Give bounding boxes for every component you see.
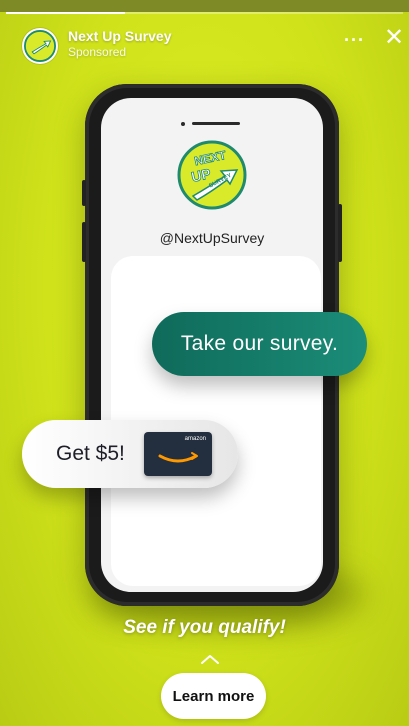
brand-logo-icon: NEXT UP SURVEY — [177, 140, 247, 210]
account-avatar[interactable] — [22, 28, 58, 64]
phone-speaker — [192, 122, 240, 125]
story-ad: Next Up Survey Sponsored ··· ✕ NEXT UP S… — [0, 0, 409, 726]
survey-pill: Take our survey. — [152, 312, 367, 376]
phone-button — [338, 204, 342, 262]
survey-pill-text: Take our survey. — [180, 332, 339, 355]
phone-button — [82, 222, 86, 262]
chevron-up-icon[interactable] — [199, 652, 221, 666]
sponsored-label: Sponsored — [68, 45, 127, 59]
phone-button — [82, 180, 86, 206]
account-name[interactable]: Next Up Survey — [68, 28, 171, 44]
more-icon[interactable]: ··· — [344, 30, 365, 51]
close-icon[interactable]: ✕ — [384, 26, 404, 50]
phone-camera — [181, 122, 185, 126]
top-strip — [0, 0, 409, 12]
brand-logo-icon — [24, 30, 56, 62]
gift-card: amazon — [144, 432, 212, 476]
account-handle: @NextUpSurvey — [159, 230, 265, 246]
learn-more-button[interactable]: Learn more — [161, 673, 266, 719]
amazon-smile-icon — [158, 452, 198, 463]
story-progress — [6, 12, 403, 14]
qualify-text: See if you qualify! — [123, 617, 286, 638]
story-progress-fill — [6, 12, 126, 14]
reward-pill: Get $5! amazon — [22, 420, 238, 488]
story-header: Next Up Survey Sponsored ··· ✕ — [0, 20, 409, 70]
reward-pill-text: Get $5! — [56, 442, 125, 465]
